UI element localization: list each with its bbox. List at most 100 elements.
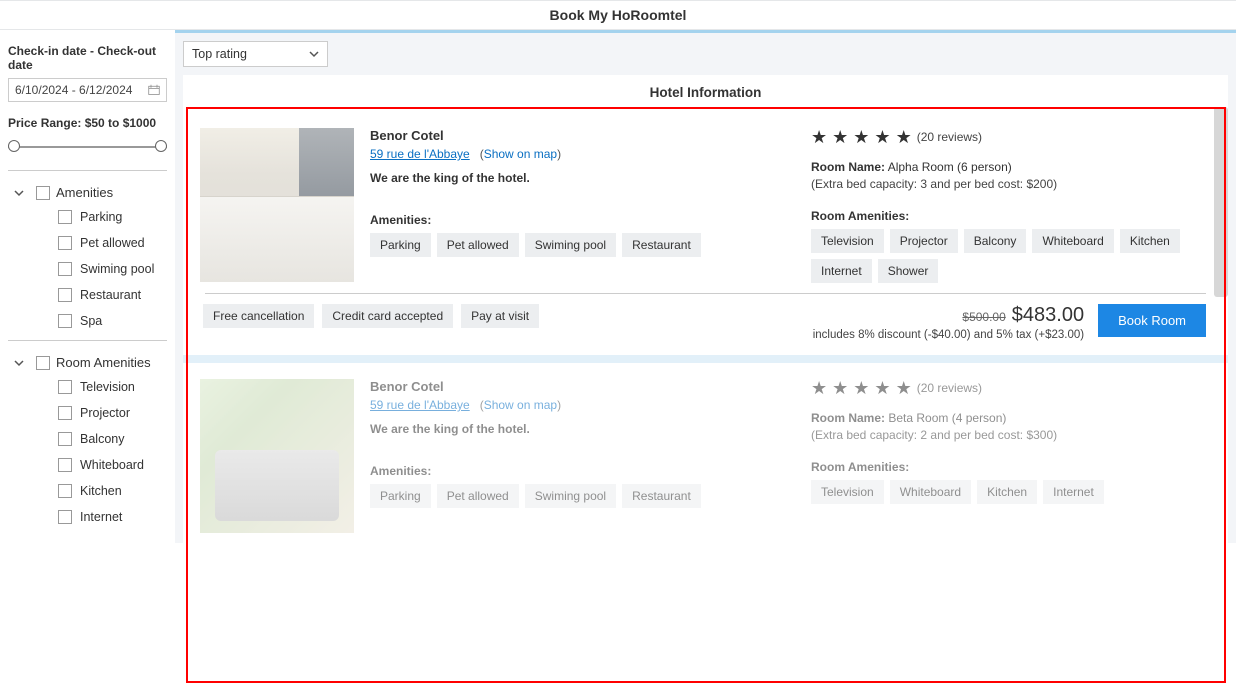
sort-select[interactable]: Top rating	[183, 41, 328, 67]
show-on-map-link[interactable]: Show on map	[480, 398, 561, 412]
tag: Free cancellation	[203, 304, 314, 328]
show-on-map-link[interactable]: Show on map	[480, 147, 561, 161]
tag: Pet allowed	[437, 484, 519, 508]
app-header: Book My HoRoomtel	[0, 0, 1236, 30]
star-icon: ★	[853, 379, 869, 397]
filter-item[interactable]: Television	[58, 380, 167, 394]
filter-label: Spa	[80, 314, 102, 328]
checkbox[interactable]	[58, 510, 72, 524]
room-amenities-group-header[interactable]: Room Amenities	[8, 355, 167, 370]
tag: Kitchen	[1120, 229, 1180, 253]
tag: Kitchen	[977, 480, 1037, 504]
filter-label: Balcony	[80, 432, 124, 446]
amenities-group-header[interactable]: Amenities	[8, 185, 167, 200]
amenities-items: Parking Pet allowed Swiming pool Restaurant…	[8, 210, 167, 328]
checkbox[interactable]	[58, 406, 72, 420]
date-range-value: 6/10/2024 - 6/12/2024	[15, 83, 132, 97]
filter-item[interactable]: Restaurant	[58, 288, 167, 302]
filter-label: Restaurant	[80, 288, 141, 302]
final-price: $483.00	[1012, 304, 1084, 327]
price-label: Price Range: $50 to $1000	[8, 116, 167, 130]
star-icon: ★	[811, 379, 827, 397]
filter-item[interactable]: Internet	[58, 510, 167, 524]
star-rating: ★ ★ ★ ★ ★ (20 reviews)	[811, 379, 1206, 397]
tag: Projector	[890, 229, 958, 253]
hotel-card: Benor Cotel 59 rue de l'Abbaye Show on m…	[183, 363, 1228, 543]
star-icon: ★	[874, 379, 890, 397]
chevron-down-icon	[309, 49, 319, 59]
room-amenities-label: Room Amenities:	[811, 460, 1206, 474]
checkbox[interactable]	[58, 432, 72, 446]
filter-item[interactable]: Balcony	[58, 432, 167, 446]
date-range-input[interactable]: 6/10/2024 - 6/12/2024	[8, 78, 167, 102]
checkbox[interactable]	[58, 484, 72, 498]
filter-label: Pet allowed	[80, 236, 145, 250]
tag: Internet	[811, 259, 872, 283]
amenities-label: Amenities:	[370, 213, 795, 227]
tag: Restaurant	[622, 484, 701, 508]
filter-item[interactable]: Projector	[58, 406, 167, 420]
tag: Television	[811, 480, 884, 504]
calendar-icon	[148, 84, 160, 96]
hotel-amenities-tags: ParkingPet allowedSwiming poolRestaurant	[370, 233, 795, 257]
filter-item[interactable]: Spa	[58, 314, 167, 328]
sort-select-value: Top rating	[192, 47, 247, 61]
price-slider[interactable]	[8, 136, 167, 156]
checkbox[interactable]	[58, 314, 72, 328]
checkbox[interactable]	[58, 236, 72, 250]
filter-item[interactable]: Kitchen	[58, 484, 167, 498]
room-amenities-label: Room Amenities:	[811, 209, 1206, 223]
filter-item[interactable]: Pet allowed	[58, 236, 167, 250]
amenities-group-label: Amenities	[56, 185, 113, 200]
tag: Pay at visit	[461, 304, 539, 328]
hotel-thumbnail	[200, 128, 354, 282]
room-name: Room Name: Beta Room (4 person)	[811, 411, 1206, 425]
filter-label: Television	[80, 380, 135, 394]
reviews-count: (20 reviews)	[917, 130, 982, 144]
book-room-button[interactable]: Book Room	[1098, 304, 1206, 337]
tag: Swiming pool	[525, 484, 616, 508]
hotel-address-link[interactable]: 59 rue de l'Abbaye	[370, 398, 470, 412]
checkbox[interactable]	[58, 288, 72, 302]
filter-item[interactable]: Parking	[58, 210, 167, 224]
star-rating: ★ ★ ★ ★ ★ (20 reviews)	[811, 128, 1206, 146]
scrollbar[interactable]	[1214, 107, 1228, 297]
price-note: includes 8% discount (-$40.00) and 5% ta…	[813, 329, 1084, 341]
star-icon: ★	[896, 379, 912, 397]
hotel-info-panel: Hotel Information Benor Cotel 59 rue de …	[183, 75, 1228, 543]
chevron-down-icon	[14, 358, 24, 368]
filter-item[interactable]: Whiteboard	[58, 458, 167, 472]
reviews-count: (20 reviews)	[917, 381, 982, 395]
room-amenities-items: Television Projector Balcony Whiteboard Kitc…	[8, 380, 167, 524]
room-amenities-checkbox-all[interactable]	[36, 356, 50, 370]
filter-label: Whiteboard	[80, 458, 144, 472]
checkbox[interactable]	[58, 210, 72, 224]
checkbox[interactable]	[58, 262, 72, 276]
filter-label: Internet	[80, 510, 122, 524]
hotel-name: Benor Cotel	[370, 128, 795, 143]
tag: Whiteboard	[1032, 229, 1113, 253]
star-icon: ★	[853, 128, 869, 146]
slider-thumb-min[interactable]	[8, 140, 20, 152]
tag: Credit card accepted	[322, 304, 453, 328]
hotel-address-link[interactable]: 59 rue de l'Abbaye	[370, 147, 470, 161]
chevron-down-icon	[14, 188, 24, 198]
tag: Parking	[370, 484, 431, 508]
hotel-name: Benor Cotel	[370, 379, 795, 394]
tag: Restaurant	[622, 233, 701, 257]
slider-thumb-max[interactable]	[155, 140, 167, 152]
hotel-card: Benor Cotel 59 rue de l'Abbaye Show on m…	[183, 112, 1228, 293]
amenities-checkbox-all[interactable]	[36, 186, 50, 200]
star-icon: ★	[811, 128, 827, 146]
room-amenities-group-label: Room Amenities	[56, 355, 151, 370]
filter-item[interactable]: Swiming pool	[58, 262, 167, 276]
checkbox[interactable]	[58, 458, 72, 472]
hotel-thumbnail	[200, 379, 354, 533]
tag: Whiteboard	[890, 480, 971, 504]
tag: Swiming pool	[525, 233, 616, 257]
policy-tags: Free cancellation Credit card accepted Pay…	[203, 304, 539, 328]
tag: Television	[811, 229, 884, 253]
hotel-tagline: We are the king of the hotel.	[370, 171, 795, 185]
checkbox[interactable]	[58, 380, 72, 394]
tag: Shower	[878, 259, 939, 283]
